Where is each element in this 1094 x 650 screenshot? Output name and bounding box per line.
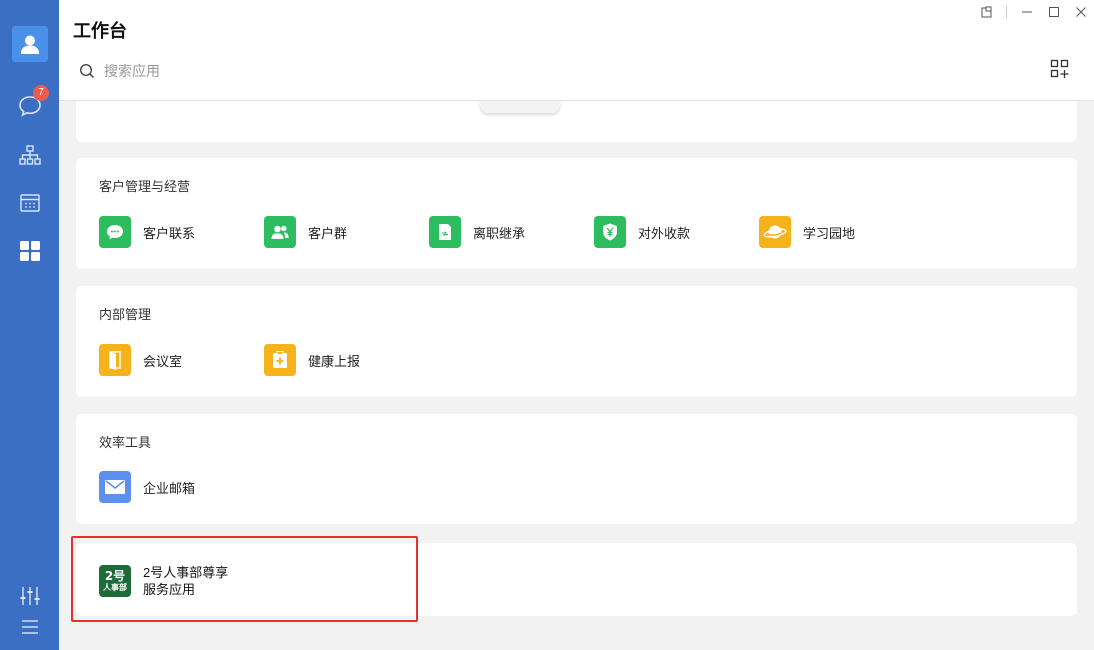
left-sidebar: 7	[0, 0, 59, 650]
search-input[interactable]	[104, 63, 404, 79]
window-controls	[973, 4, 1094, 20]
maximize-icon	[1048, 7, 1059, 17]
org-chart-icon	[19, 145, 41, 165]
app-external-payment[interactable]: 对外收款	[594, 216, 690, 248]
app-customer-group[interactable]: 客户群	[264, 216, 347, 248]
maximize-button[interactable]	[1040, 4, 1067, 20]
add-app-button[interactable]	[1050, 59, 1070, 79]
calendar-nav[interactable]	[17, 190, 43, 216]
section-efficiency-tools: 效率工具 企业邮箱	[76, 414, 1077, 524]
unread-badge: 7	[33, 85, 49, 101]
user-avatar-icon	[21, 35, 39, 54]
pin-window-button[interactable]	[973, 4, 1000, 20]
app-label: 健康上报	[308, 353, 361, 369]
more-menu-nav[interactable]	[17, 614, 43, 640]
section-title: 效率工具	[99, 435, 152, 450]
app-label: 客户联系	[143, 225, 196, 241]
settings-sliders-icon	[20, 587, 40, 605]
section-title: 内部管理	[99, 307, 152, 322]
contacts-nav[interactable]	[17, 142, 43, 168]
minimize-button[interactable]	[1013, 4, 1040, 20]
app-enterprise-mail[interactable]: 企业邮箱	[99, 471, 195, 503]
section-title: 客户管理与经营	[99, 179, 191, 194]
menu-icon	[22, 620, 38, 634]
app-label: 客户群	[308, 225, 348, 241]
app-customer-contact[interactable]: 客户联系	[99, 216, 195, 248]
search-bar[interactable]	[79, 58, 479, 84]
workbench-window: 7 工作台 搜索应用 客户管理与经营 客户联系 客户群 离职继承 对外收款 学习…	[0, 0, 1094, 650]
planet-icon	[759, 216, 791, 248]
app-meeting-room[interactable]: 会议室	[99, 344, 182, 376]
previous-section-card	[76, 101, 1077, 142]
yuan-shield-icon	[594, 216, 626, 248]
messages-nav[interactable]: 7	[17, 85, 49, 119]
transfer-doc-icon	[429, 216, 461, 248]
search-icon	[79, 63, 95, 79]
section-customer-management: 客户管理与经营 客户联系 客户群 离职继承 对外收款 学习园地	[76, 158, 1077, 269]
partial-button[interactable]	[480, 101, 560, 113]
pin-window-icon	[981, 6, 991, 18]
app-label: 学习园地	[803, 225, 856, 241]
section-internal-management: 内部管理 会议室 健康上报	[76, 286, 1077, 397]
minimize-icon	[1021, 11, 1032, 13]
calendar-icon	[20, 194, 40, 212]
highlight-box	[71, 536, 418, 622]
settings-nav[interactable]	[17, 583, 43, 609]
app-learning-garden[interactable]: 学习园地	[759, 216, 855, 248]
door-icon	[99, 344, 131, 376]
app-resignation-inherit[interactable]: 离职继承	[429, 216, 525, 248]
close-icon	[1075, 7, 1086, 17]
app-label: 企业邮箱	[143, 480, 196, 496]
window-controls-divider	[1006, 6, 1007, 18]
workbench-nav[interactable]	[17, 238, 43, 264]
user-avatar[interactable]	[12, 26, 48, 62]
apps-grid-icon	[20, 241, 40, 261]
close-button[interactable]	[1067, 4, 1094, 20]
header: 工作台	[59, 0, 1094, 101]
mail-icon	[99, 471, 131, 503]
app-label: 离职继承	[473, 225, 526, 241]
app-label: 会议室	[143, 353, 183, 369]
page-title: 工作台	[73, 21, 127, 41]
add-app-grid-icon	[1050, 59, 1069, 78]
app-health-report[interactable]: 健康上报	[264, 344, 360, 376]
group-icon	[264, 216, 296, 248]
app-label: 对外收款	[638, 225, 691, 241]
chat-bubble-icon	[99, 216, 131, 248]
health-report-icon	[264, 344, 296, 376]
